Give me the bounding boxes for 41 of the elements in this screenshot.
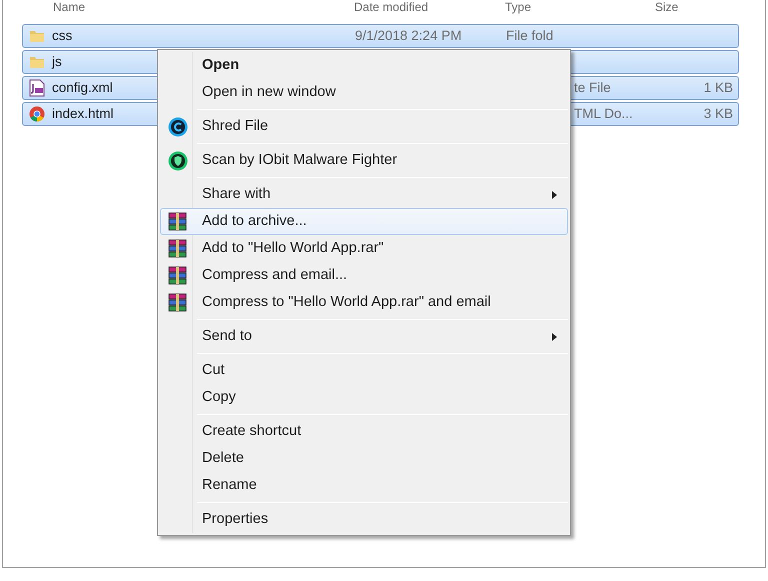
menu-item[interactable]: Add to "Hello World App.rar" bbox=[160, 235, 568, 262]
menu-item[interactable]: Rename bbox=[160, 472, 568, 499]
menu-item[interactable]: Share with bbox=[160, 181, 568, 208]
column-header[interactable]: Date modified bbox=[354, 0, 505, 18]
folder-icon bbox=[29, 54, 45, 70]
menu-item[interactable]: Create shortcut bbox=[160, 418, 568, 445]
menu-item[interactable]: Add to archive... bbox=[160, 208, 568, 235]
menu-item[interactable]: Shred File bbox=[160, 113, 568, 140]
file-size: 1 KB bbox=[704, 80, 733, 95]
file-name: js bbox=[52, 52, 62, 71]
file-date: 9/1/2018 2:24 PM bbox=[355, 28, 462, 43]
document-icon bbox=[29, 79, 45, 97]
books-icon bbox=[166, 238, 188, 258]
c-circle-icon bbox=[168, 116, 188, 136]
column-header[interactable]: Name bbox=[22, 0, 354, 18]
shield-icon bbox=[168, 150, 188, 170]
column-header[interactable]: Type bbox=[505, 0, 655, 18]
menu-item[interactable]: Properties bbox=[160, 506, 568, 533]
menu-item[interactable]: Compress to "Hello World App.rar" and email bbox=[160, 289, 568, 316]
file-name: css bbox=[52, 26, 72, 45]
menu-item[interactable]: Delete bbox=[160, 445, 568, 472]
books-icon bbox=[166, 212, 188, 232]
menu-item[interactable]: Send to bbox=[160, 323, 568, 350]
file-type: te File bbox=[574, 80, 611, 95]
file-row[interactable]: css 9/1/2018 2:24 PM File fold bbox=[22, 24, 739, 48]
menu-item[interactable]: Cut bbox=[160, 357, 568, 384]
file-type: TML Do... bbox=[574, 106, 633, 121]
menu-item[interactable]: Scan by IObit Malware Fighter bbox=[160, 147, 568, 174]
books-icon bbox=[166, 292, 188, 312]
menu-item[interactable]: Open bbox=[160, 52, 568, 79]
file-name: config.xml bbox=[52, 78, 113, 97]
round-app-icon bbox=[29, 106, 45, 122]
menu-item[interactable]: Compress and email... bbox=[160, 262, 568, 289]
menu-item[interactable]: Open in new window bbox=[160, 79, 568, 106]
menu-item[interactable]: Copy bbox=[160, 384, 568, 411]
file-type: File fold bbox=[506, 28, 554, 43]
file-size: 3 KB bbox=[704, 106, 733, 121]
folder-icon bbox=[29, 28, 45, 44]
column-header[interactable]: Size bbox=[655, 0, 742, 18]
books-icon bbox=[166, 266, 188, 286]
file-name: index.html bbox=[52, 104, 114, 123]
